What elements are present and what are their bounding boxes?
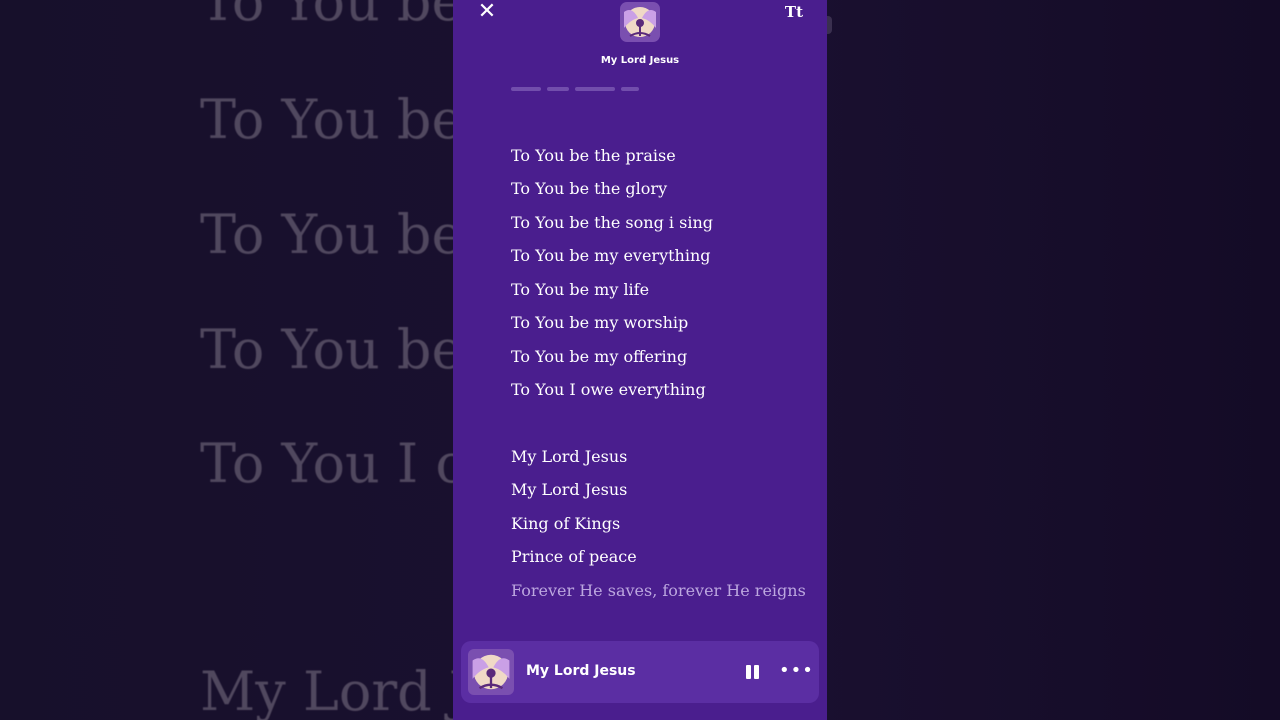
lyric-line[interactable]: To You be my worship [511,313,688,332]
lyric-line[interactable]: To You be the glory [511,179,667,198]
lyric-line[interactable]: To You I owe everything [511,380,706,399]
text-size-button[interactable]: Tt [785,3,803,21]
lyric-line-upcoming[interactable]: Forever He saves, forever He reigns [511,581,806,600]
song-title: My Lord Jesus [600,55,680,66]
lyric-line[interactable]: Prince of peace [511,547,637,566]
pause-icon[interactable] [746,665,760,679]
lyric-line[interactable]: To You be my everything [511,246,711,265]
lyric-line[interactable]: To You be my offering [511,347,687,366]
lyrics-screen: ✕ Tt My Lord Jesus To You be the praise … [453,0,827,720]
lyric-line[interactable]: My Lord Jesus [511,480,627,499]
lyric-line[interactable]: My Lord Jesus [511,447,627,466]
previous-lyric-faded [511,78,651,92]
lyric-line[interactable]: King of Kings [511,514,620,533]
background-lyric: To You be [200,203,464,266]
background-lyric: To You be [200,318,464,381]
close-icon[interactable]: ✕ [475,0,499,24]
album-art [620,2,660,42]
background-lyric: To You be [200,0,464,33]
background-lyric: To You be [200,88,464,151]
lyric-line[interactable]: To You be my life [511,280,649,299]
player-album-art [468,649,514,695]
lyric-line[interactable]: To You be the song i sing [511,213,713,232]
player-song-title: My Lord Jesus [526,663,636,679]
mini-player[interactable]: My Lord Jesus ••• [461,641,819,703]
lyric-line[interactable]: To You be the praise [511,146,676,165]
more-icon[interactable]: ••• [779,661,814,681]
